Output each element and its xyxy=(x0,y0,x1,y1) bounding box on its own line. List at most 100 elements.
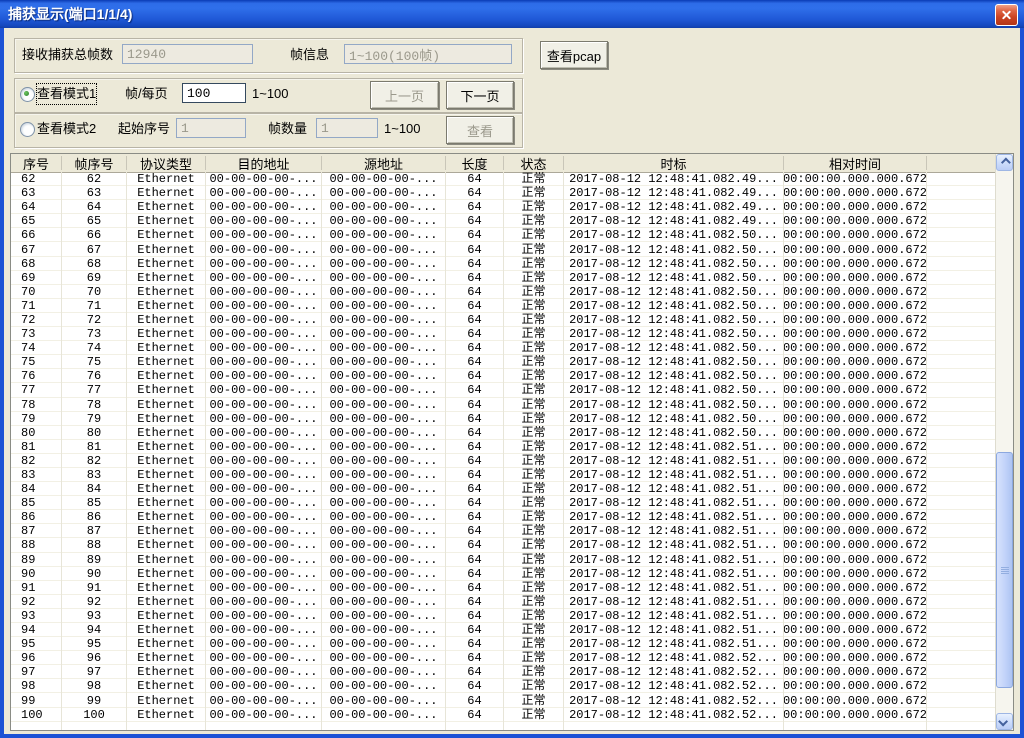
table-row[interactable]: 100100Ethernet00-00-00-00-...00-00-00-00… xyxy=(11,708,996,722)
table-cell: 2017-08-12 12:48:41.082.50... xyxy=(564,228,784,242)
table-cell: 00-00-00-00-... xyxy=(206,510,322,524)
table-cell: 71 xyxy=(62,299,127,313)
table-cell: 00:00:00.000.000.672 xyxy=(784,553,927,567)
scrollbar-thumb[interactable] xyxy=(996,452,1013,688)
table-row[interactable]: 6363Ethernet00-00-00-00-...00-00-00-00-.… xyxy=(11,186,996,200)
table-row[interactable]: 8484Ethernet00-00-00-00-...00-00-00-00-.… xyxy=(11,482,996,496)
next-page-button[interactable]: 下一页 xyxy=(446,81,514,109)
table-row[interactable]: 6868Ethernet00-00-00-00-...00-00-00-00-.… xyxy=(11,257,996,271)
table-cell: 95 xyxy=(11,637,62,651)
view-pcap-button[interactable]: 查看pcap xyxy=(540,41,608,69)
table-cell xyxy=(927,327,996,341)
table-row[interactable]: 9898Ethernet00-00-00-00-...00-00-00-00-.… xyxy=(11,679,996,693)
table-cell: Ethernet xyxy=(127,313,206,327)
table-row[interactable]: 8181Ethernet00-00-00-00-...00-00-00-00-.… xyxy=(11,440,996,454)
table-row[interactable]: 9494Ethernet00-00-00-00-...00-00-00-00-.… xyxy=(11,623,996,637)
table-cell: Ethernet xyxy=(127,327,206,341)
table-row[interactable]: 8383Ethernet00-00-00-00-...00-00-00-00-.… xyxy=(11,468,996,482)
table-cell xyxy=(446,722,504,731)
table-cell: 64 xyxy=(446,482,504,496)
table-row[interactable]: 6666Ethernet00-00-00-00-...00-00-00-00-.… xyxy=(11,228,996,242)
table-row[interactable]: 8080Ethernet00-00-00-00-...00-00-00-00-.… xyxy=(11,426,996,440)
table-row[interactable]: 8585Ethernet00-00-00-00-...00-00-00-00-.… xyxy=(11,496,996,510)
table-cell: 正常 xyxy=(504,426,564,440)
table-cell: 正常 xyxy=(504,567,564,581)
header-relative-time: 相对时间 xyxy=(784,156,927,170)
table-row[interactable]: 9595Ethernet00-00-00-00-...00-00-00-00-.… xyxy=(11,637,996,651)
start-index-field xyxy=(176,118,246,138)
table-cell: 75 xyxy=(62,355,127,369)
table-cell: 00-00-00-00-... xyxy=(322,595,446,609)
table-cell: 80 xyxy=(11,426,62,440)
table-row[interactable]: 7373Ethernet00-00-00-00-...00-00-00-00-.… xyxy=(11,327,996,341)
mode1-radio[interactable] xyxy=(20,87,35,102)
chevron-down-icon xyxy=(998,717,1008,727)
table-row[interactable]: 6262Ethernet00-00-00-00-...00-00-00-00-.… xyxy=(11,172,996,186)
table-cell: Ethernet xyxy=(127,412,206,426)
table-cell: 00:00:00.000.000.672 xyxy=(784,398,927,412)
table-row[interactable]: 8282Ethernet00-00-00-00-...00-00-00-00-.… xyxy=(11,454,996,468)
mode1-radio-label[interactable]: 查看模式1 xyxy=(37,84,96,104)
table-row[interactable]: 7676Ethernet00-00-00-00-...00-00-00-00-.… xyxy=(11,369,996,383)
table-row[interactable]: 8686Ethernet00-00-00-00-...00-00-00-00-.… xyxy=(11,510,996,524)
mode2-radio[interactable] xyxy=(20,122,35,137)
scroll-up-button[interactable] xyxy=(996,154,1013,171)
table-cell: 00-00-00-00-... xyxy=(206,567,322,581)
table-cell xyxy=(927,482,996,496)
table-cell: 正常 xyxy=(504,398,564,412)
table-row[interactable]: 8989Ethernet00-00-00-00-...00-00-00-00-.… xyxy=(11,553,996,567)
table-cell: 96 xyxy=(11,651,62,665)
table-row[interactable]: 9696Ethernet00-00-00-00-...00-00-00-00-.… xyxy=(11,651,996,665)
table-cell: 64 xyxy=(446,299,504,313)
table-row[interactable]: 7171Ethernet00-00-00-00-...00-00-00-00-.… xyxy=(11,299,996,313)
table-cell: 正常 xyxy=(504,214,564,228)
scroll-down-button[interactable] xyxy=(996,713,1013,730)
table-cell: 64 xyxy=(11,200,62,214)
table-cell xyxy=(927,524,996,538)
table-cell xyxy=(927,228,996,242)
table-row[interactable]: 6969Ethernet00-00-00-00-...00-00-00-00-.… xyxy=(11,271,996,285)
table-cell: 2017-08-12 12:48:41.082.50... xyxy=(564,257,784,271)
table-cell: 2017-08-12 12:48:41.082.50... xyxy=(564,398,784,412)
table-row[interactable]: 8787Ethernet00-00-00-00-...00-00-00-00-.… xyxy=(11,524,996,538)
table-row[interactable]: 7777Ethernet00-00-00-00-...00-00-00-00-.… xyxy=(11,383,996,397)
table-cell: 69 xyxy=(11,271,62,285)
table-row[interactable]: 9999Ethernet00-00-00-00-...00-00-00-00-.… xyxy=(11,693,996,707)
table-row[interactable]: 6565Ethernet00-00-00-00-...00-00-00-00-.… xyxy=(11,214,996,228)
table-row[interactable]: 6767Ethernet00-00-00-00-...00-00-00-00-.… xyxy=(11,242,996,256)
table-row[interactable]: 6464Ethernet00-00-00-00-...00-00-00-00-.… xyxy=(11,200,996,214)
mode2-radio-label[interactable]: 查看模式2 xyxy=(37,119,96,139)
table-cell xyxy=(784,722,927,731)
table-cell: 64 xyxy=(446,637,504,651)
table-row[interactable]: 7070Ethernet00-00-00-00-...00-00-00-00-.… xyxy=(11,285,996,299)
table-cell: 64 xyxy=(446,426,504,440)
close-button[interactable] xyxy=(995,4,1018,26)
table-cell xyxy=(927,383,996,397)
table-row[interactable]: 9797Ethernet00-00-00-00-...00-00-00-00-.… xyxy=(11,665,996,679)
table-row[interactable]: 7474Ethernet00-00-00-00-...00-00-00-00-.… xyxy=(11,341,996,355)
table-cell: 64 xyxy=(446,172,504,186)
table-cell: 00-00-00-00-... xyxy=(322,228,446,242)
table-cell: 89 xyxy=(11,553,62,567)
table-row[interactable]: 9090Ethernet00-00-00-00-...00-00-00-00-.… xyxy=(11,567,996,581)
table-cell: 64 xyxy=(446,369,504,383)
table-row[interactable]: 7878Ethernet00-00-00-00-...00-00-00-00-.… xyxy=(11,398,996,412)
vertical-scrollbar[interactable] xyxy=(995,154,1013,730)
table-cell: 97 xyxy=(11,665,62,679)
table-row[interactable]: 7272Ethernet00-00-00-00-...00-00-00-00-.… xyxy=(11,313,996,327)
table-row[interactable]: 9292Ethernet00-00-00-00-...00-00-00-00-.… xyxy=(11,595,996,609)
table-cell: 00:00:00.000.000.672 xyxy=(784,285,927,299)
table-row[interactable]: 7979Ethernet00-00-00-00-...00-00-00-00-.… xyxy=(11,412,996,426)
table-cell: 64 xyxy=(446,581,504,595)
table-cell: 00:00:00.000.000.672 xyxy=(784,496,927,510)
frames-per-page-input[interactable] xyxy=(182,83,246,103)
table-row[interactable]: 9393Ethernet00-00-00-00-...00-00-00-00-.… xyxy=(11,609,996,623)
table-cell: 00:00:00.000.000.672 xyxy=(784,426,927,440)
title-bar[interactable]: 捕获显示(端口1/1/4) xyxy=(0,0,1024,28)
table-cell: 99 xyxy=(11,693,62,707)
table-cell: 00-00-00-00-... xyxy=(206,200,322,214)
table-row[interactable]: 7575Ethernet00-00-00-00-...00-00-00-00-.… xyxy=(11,355,996,369)
table-row[interactable]: 8888Ethernet00-00-00-00-...00-00-00-00-.… xyxy=(11,538,996,552)
table-cell: 64 xyxy=(446,553,504,567)
table-row[interactable]: 9191Ethernet00-00-00-00-...00-00-00-00-.… xyxy=(11,581,996,595)
